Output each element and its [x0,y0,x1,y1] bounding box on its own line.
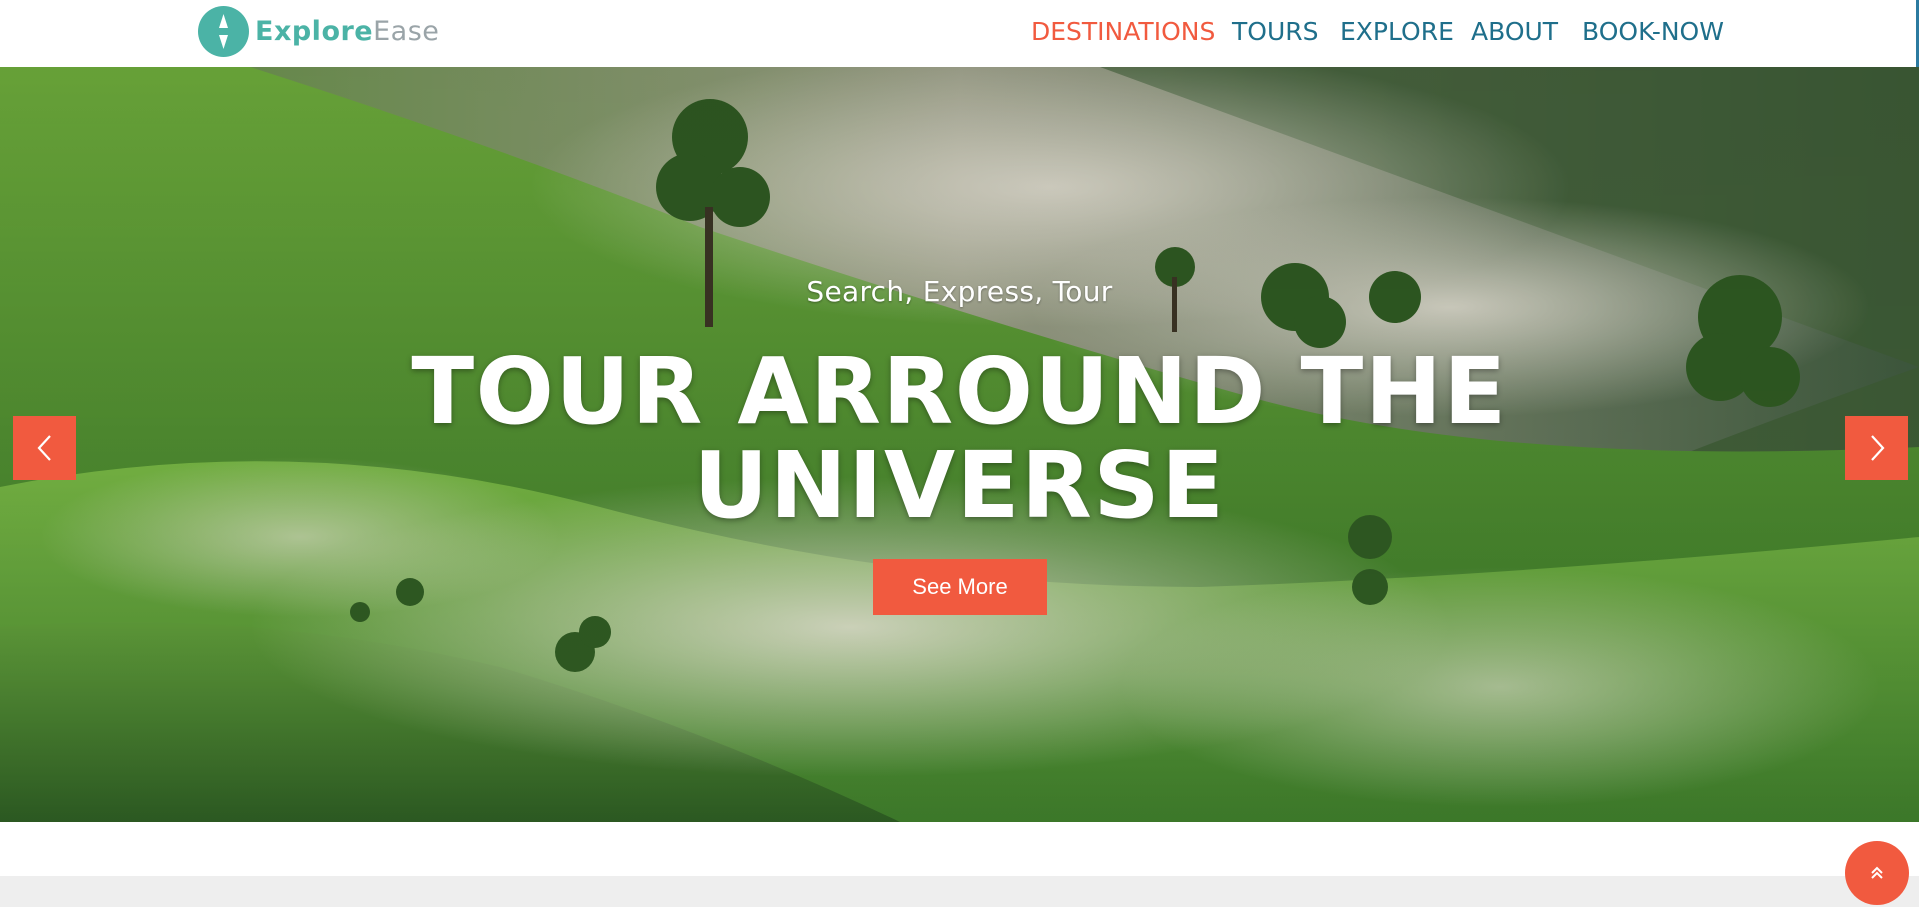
chevron-left-icon [37,435,51,461]
hero-title: TOUR ARROUND THE UNIVERSE [0,345,1919,533]
hero-slider: Search, Express, Tour TOUR ARROUND THE U… [0,67,1919,822]
back-to-top-button[interactable] [1845,841,1909,905]
slider-prev-button[interactable] [13,416,76,480]
nav-item-book-now[interactable]: BOOK-NOW [1582,14,1724,50]
site-header: ExploreEase DESTINATIONS TOURS EXPLORE A… [0,0,1919,67]
nav-item-about[interactable]: ABOUT [1471,14,1558,50]
nav-item-tours[interactable]: TOURS [1232,14,1319,50]
chevron-right-icon [1870,435,1884,461]
brand-name-light: Ease [373,15,440,47]
hero-subtitle: Search, Express, Tour [806,275,1113,308]
slider-next-button[interactable] [1845,416,1908,480]
nav-item-explore[interactable]: EXPLORE [1340,14,1454,50]
hero-title-line-2: UNIVERSE [693,432,1226,539]
brand-name: ExploreEase [255,16,439,47]
next-section [0,876,1919,907]
nav-item-destinations[interactable]: DESTINATIONS [1031,14,1215,50]
compass-icon [198,5,249,57]
brand-name-strong: Explore [255,15,374,47]
brand-logo[interactable]: ExploreEase [198,5,439,57]
hero-title-line-1: TOUR ARROUND THE [411,338,1508,445]
double-chevron-up-icon [1871,866,1883,879]
section-spacer [0,822,1919,876]
see-more-button[interactable]: See More [873,559,1047,615]
